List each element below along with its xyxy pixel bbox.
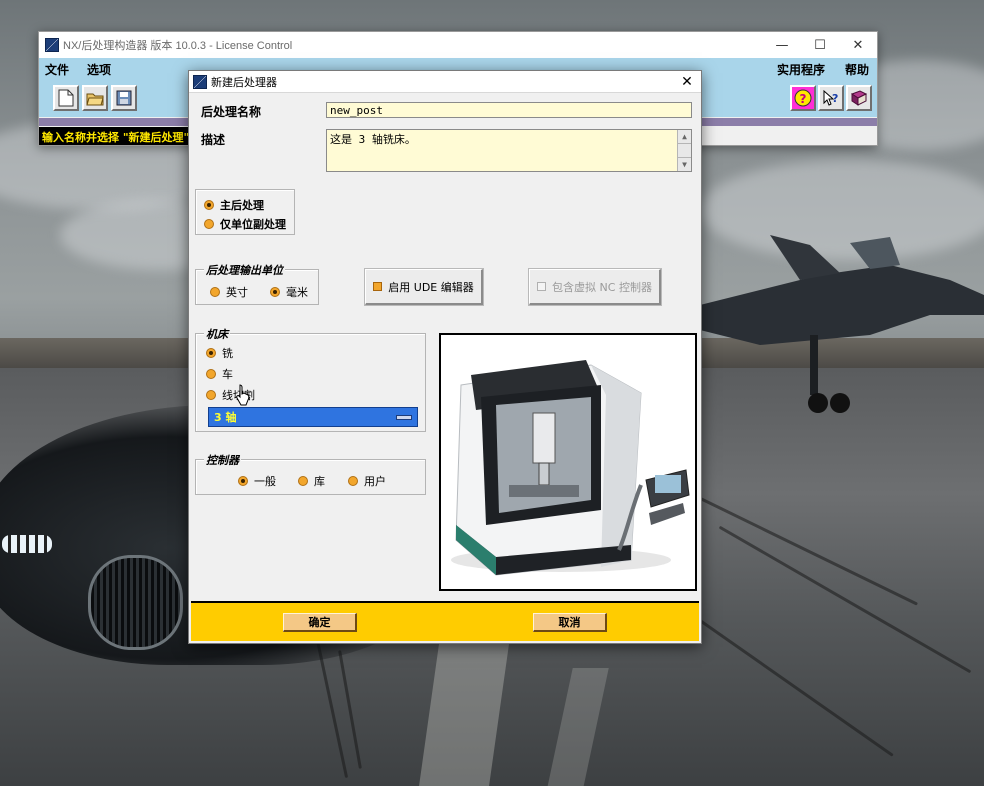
mouse-pointer-icon <box>236 384 250 406</box>
radio-generic[interactable]: 一般 <box>238 473 276 489</box>
radio-unselected-icon <box>348 476 358 486</box>
radio-unselected-icon <box>298 476 308 486</box>
radio-main-post[interactable]: 主后处理 <box>204 197 264 213</box>
axis-dropdown-value: 3 轴 <box>214 411 237 424</box>
dropdown-handle-icon <box>396 414 412 420</box>
controller-group: 控制器 一般 库 用户 <box>195 452 426 495</box>
radio-unselected-icon <box>206 369 216 379</box>
nx-app-icon <box>45 38 59 52</box>
radio-mill[interactable]: 铣 <box>206 345 233 361</box>
save-disk-icon[interactable] <box>111 85 137 111</box>
machine-tool-title: 机床 <box>204 326 230 342</box>
radio-units-only[interactable]: 仅单位副处理 <box>204 216 286 232</box>
scroll-up-icon[interactable]: ▲ <box>678 130 691 144</box>
open-folder-icon[interactable] <box>82 85 108 111</box>
radio-user[interactable]: 用户 <box>348 473 386 489</box>
radio-selected-icon <box>238 476 248 486</box>
radio-library[interactable]: 库 <box>298 473 325 489</box>
description-scrollbar[interactable]: ▲ ▼ <box>677 130 691 171</box>
output-units-group: 后处理输出单位 英寸 毫米 <box>195 262 319 305</box>
radio-inch[interactable]: 英寸 <box>210 284 248 300</box>
dialog-title: 新建后处理器 <box>211 76 277 89</box>
machine-preview-image <box>439 333 697 591</box>
description-label: 描述 <box>201 133 226 147</box>
post-type-group: 主后处理 仅单位副处理 <box>195 189 295 235</box>
post-name-input[interactable]: new_post <box>326 102 692 118</box>
fighter-jet <box>700 235 984 413</box>
cnc-mill-illustration <box>441 335 695 589</box>
nx-app-icon <box>193 74 207 89</box>
radio-unselected-icon <box>206 390 216 400</box>
menu-options[interactable]: 选项 <box>87 61 111 78</box>
radio-selected-icon <box>204 200 214 210</box>
new-post-dialog: 新建后处理器 ✕ 后处理名称 new_post 描述 这是 3 轴铣床。 ▲ ▼… <box>188 70 702 644</box>
svg-text:?: ? <box>832 92 838 105</box>
checkbox-disabled-icon <box>537 282 547 291</box>
radio-millimeter[interactable]: 毫米 <box>270 284 308 300</box>
minimize-icon[interactable]: — <box>763 38 801 53</box>
include-virtual-nc-button: 包含虚拟 NC 控制器 <box>528 268 662 306</box>
axis-dropdown[interactable]: 3 轴 <box>208 407 418 427</box>
main-window-title: NX/后处理构造器 版本 10.0.3 - License Control <box>63 40 293 52</box>
menu-file[interactable]: 文件 <box>45 61 69 78</box>
cancel-button[interactable]: 取消 <box>533 613 607 632</box>
dialog-close-icon[interactable]: ✕ <box>673 74 701 90</box>
menu-help[interactable]: 帮助 <box>845 61 869 78</box>
output-units-title: 后处理输出单位 <box>204 262 285 278</box>
status-message: 输入名称并选择 "新建后处理" <box>39 127 191 145</box>
close-icon[interactable]: ✕ <box>839 38 877 53</box>
enable-ude-editor-button[interactable]: 启用 UDE 编辑器 <box>364 268 484 306</box>
help-question-icon[interactable]: ? <box>790 85 816 111</box>
new-file-icon[interactable] <box>53 85 79 111</box>
description-text: 这是 3 轴铣床。 <box>330 133 416 146</box>
ok-button[interactable]: 确定 <box>283 613 357 632</box>
maximize-icon[interactable]: ☐ <box>801 38 839 53</box>
radio-selected-icon <box>206 348 216 358</box>
radio-lathe[interactable]: 车 <box>206 366 233 382</box>
controller-title: 控制器 <box>204 452 241 468</box>
radio-unselected-icon <box>204 219 214 229</box>
post-name-label: 后处理名称 <box>201 105 262 119</box>
whats-this-icon[interactable]: ? <box>818 85 844 111</box>
dialog-footer: 确定 取消 <box>191 601 699 641</box>
manual-book-icon[interactable] <box>846 85 872 111</box>
svg-text:?: ? <box>800 92 807 106</box>
car-headlight <box>2 535 52 553</box>
description-textarea[interactable]: 这是 3 轴铣床。 ▲ ▼ <box>326 129 692 172</box>
dialog-titlebar: 新建后处理器 ✕ <box>189 71 701 93</box>
scroll-down-icon[interactable]: ▼ <box>678 157 691 171</box>
radio-unselected-icon <box>210 287 220 297</box>
menu-utilities[interactable]: 实用程序 <box>777 61 825 78</box>
car-grille <box>88 555 183 650</box>
checkbox-icon <box>373 282 383 291</box>
main-titlebar: NX/后处理构造器 版本 10.0.3 - License Control — … <box>39 32 877 58</box>
radio-selected-icon <box>270 287 280 297</box>
machine-tool-group: 机床 铣 车 线切割 3 轴 <box>195 326 426 432</box>
